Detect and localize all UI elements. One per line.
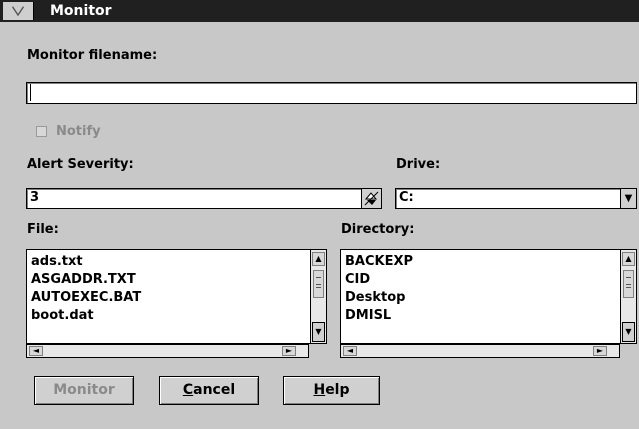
cancel-mnemonic: C — [182, 382, 194, 398]
dropdown-arrow-icon: ▼ — [624, 193, 633, 204]
alert-severity-input[interactable]: 3 — [26, 188, 362, 209]
spin-arrows-icon — [364, 191, 379, 206]
drive-dropdown-button[interactable]: ▼ — [620, 188, 637, 209]
scroll-left-arrow-icon[interactable]: ◄ — [343, 346, 357, 356]
list-item[interactable]: ads.txt — [31, 253, 83, 271]
list-item[interactable]: AUTOEXEC.BAT — [31, 289, 141, 307]
help-button[interactable]: Help — [283, 376, 380, 405]
scroll-thumb[interactable] — [623, 270, 634, 298]
directory-list-hscrollbar[interactable]: ◄ ► — [340, 344, 620, 358]
help-mnemonic: H — [313, 382, 326, 398]
text-caret — [30, 84, 31, 101]
notify-label: Notify — [56, 124, 101, 139]
cancel-button[interactable]: Cancel — [159, 376, 259, 405]
list-item[interactable]: Desktop — [345, 289, 405, 307]
monitor-button[interactable]: Monitor — [34, 376, 134, 405]
scroll-up-arrow-icon[interactable]: ▲ — [312, 252, 325, 266]
notify-checkbox[interactable] — [36, 126, 47, 137]
monitor-filename-label: Monitor filename: — [27, 48, 158, 63]
file-list-vscrollbar[interactable]: ▲ ▼ — [310, 250, 326, 343]
window-title: Monitor — [50, 3, 112, 19]
scroll-left-arrow-icon[interactable]: ◄ — [29, 346, 43, 356]
directory-list-vscrollbar[interactable]: ▲ ▼ — [620, 250, 636, 343]
cancel-label: ancel — [193, 382, 236, 398]
scroll-thumb[interactable] — [313, 270, 324, 298]
title-bar: Monitor — [0, 0, 639, 22]
scroll-right-arrow-icon[interactable]: ► — [593, 346, 607, 356]
file-list-hscrollbar[interactable]: ◄ ► — [26, 344, 309, 358]
monitor-dialog: Monitor Monitor filename: Notify Alert S… — [0, 0, 639, 429]
drive-label: Drive: — [396, 157, 441, 172]
scroll-down-arrow-icon[interactable]: ▼ — [312, 322, 325, 342]
directory-list[interactable]: BACKEXP CID Desktop DMISL ▲ ▼ — [340, 249, 637, 344]
alert-severity-label: Alert Severity: — [27, 157, 134, 172]
drive-select[interactable]: C: — [395, 188, 621, 209]
file-list[interactable]: ads.txt ASGADDR.TXT AUTOEXEC.BAT boot.da… — [26, 249, 327, 344]
list-item[interactable]: CID — [345, 271, 370, 289]
monitor-filename-input[interactable] — [26, 82, 637, 104]
alert-severity-spin-button[interactable] — [361, 188, 382, 209]
help-label: elp — [325, 382, 350, 398]
system-menu-button[interactable] — [3, 2, 34, 20]
system-menu-icon — [12, 6, 24, 16]
scroll-right-arrow-icon[interactable]: ► — [282, 346, 296, 356]
list-item[interactable]: boot.dat — [31, 307, 94, 325]
list-item[interactable]: DMISL — [345, 307, 391, 325]
list-item[interactable]: BACKEXP — [345, 253, 413, 271]
scroll-down-arrow-icon[interactable]: ▼ — [622, 322, 635, 342]
scroll-up-arrow-icon[interactable]: ▲ — [622, 252, 635, 266]
list-item[interactable]: ASGADDR.TXT — [31, 271, 136, 289]
file-label: File: — [27, 222, 59, 237]
directory-label: Directory: — [341, 222, 415, 237]
